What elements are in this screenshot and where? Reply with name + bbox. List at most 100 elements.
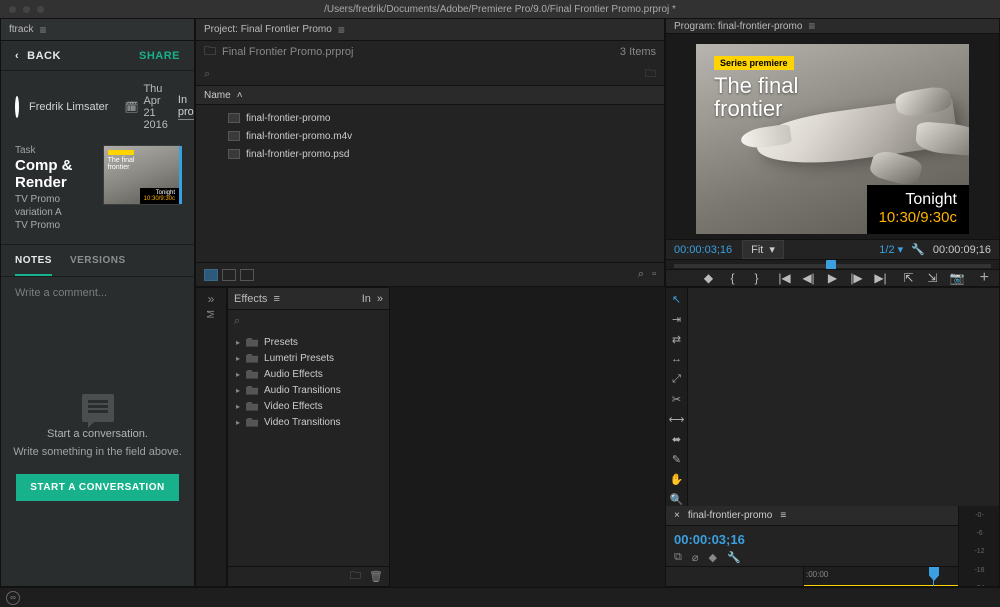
chevron-left-icon: ‹ <box>15 50 19 62</box>
effects-folder[interactable]: ▸Video Transitions <box>232 414 385 430</box>
go-to-out-icon[interactable]: ▶| <box>874 271 888 285</box>
zoom-fit-dropdown[interactable]: Fit▾ <box>742 240 784 259</box>
window-title: /Users/fredrik/Documents/Adobe/Premiere … <box>324 4 676 15</box>
disclosure-triangle-icon: ▸ <box>236 386 240 395</box>
track-select-tool-icon[interactable]: ⇥ <box>670 312 684 326</box>
sort-asc-icon: ˄ <box>237 90 243 101</box>
media-browser-label[interactable]: M <box>206 310 217 318</box>
freeform-view-icon[interactable] <box>240 269 254 281</box>
find-icon[interactable]: ⌕ <box>638 268 644 281</box>
disclosure-triangle-icon: ▸ <box>236 338 240 347</box>
avatar <box>15 96 19 118</box>
sequence-tab-close-icon[interactable]: × <box>674 510 680 521</box>
lift-icon[interactable]: ⇱ <box>902 271 916 285</box>
window-zoom-button[interactable] <box>36 5 45 14</box>
slip-tool-icon[interactable]: ⟷ <box>670 412 684 426</box>
rolling-edit-tool-icon[interactable]: ↔ <box>670 352 684 366</box>
linked-selection-icon[interactable]: ⌀ <box>692 551 699 564</box>
chevron-right-icon[interactable]: » <box>377 293 383 305</box>
program-monitor-panel: Program: final-frontier-promo ≡ Series p… <box>665 18 1000 287</box>
panel-menu-icon[interactable]: ≡ <box>808 19 815 33</box>
project-view-switcher[interactable] <box>204 269 254 281</box>
snap-icon[interactable]: ⧉ <box>674 551 682 564</box>
share-button[interactable]: SHARE <box>139 50 180 62</box>
project-item[interactable]: final-frontier-promo <box>202 109 658 127</box>
panel-menu-icon[interactable]: ≡ <box>273 293 279 305</box>
calendar-icon: 🗓 <box>124 101 138 114</box>
lower-left-group: » M Effects ≡ In » ⌕ ▸Presets ▸Lumetri P… <box>195 287 665 587</box>
selection-tool-icon[interactable]: ↖ <box>670 292 684 306</box>
back-button[interactable]: ‹ BACK <box>15 50 61 62</box>
export-frame-icon[interactable]: 📷 <box>950 271 964 285</box>
effects-folder[interactable]: ▸Lumetri Presets <box>232 350 385 366</box>
button-editor-icon[interactable]: + <box>980 269 989 287</box>
sequence-icon <box>228 113 240 123</box>
program-scrub-bar[interactable] <box>666 259 999 269</box>
project-item-list: final-frontier-promo final-frontier-prom… <box>196 105 664 262</box>
window-minimize-button[interactable] <box>22 5 31 14</box>
sequence-tab[interactable]: final-frontier-promo <box>688 510 772 521</box>
start-conversation-button[interactable]: START A CONVERSATION <box>16 474 178 501</box>
project-item[interactable]: final-frontier-promo.psd <box>202 145 658 163</box>
timeline-settings-icon[interactable]: 🔧 <box>727 551 741 564</box>
playhead-icon[interactable] <box>929 567 939 581</box>
panel-menu-icon[interactable]: ≡ <box>39 23 46 37</box>
tab-notes[interactable]: NOTES <box>15 245 52 276</box>
folder-icon <box>246 402 258 411</box>
program-video-preview[interactable]: Series premiere The final frontier Tonig… <box>696 44 969 234</box>
list-view-icon[interactable] <box>204 269 218 281</box>
step-back-icon[interactable]: ◀| <box>802 271 816 285</box>
task-info: Task Comp & Render TV Promo variation A … <box>15 145 93 232</box>
search-icon[interactable]: ⌕ <box>204 68 210 81</box>
effects-folder[interactable]: ▸Presets <box>232 334 385 350</box>
effects-folder[interactable]: ▸Audio Transitions <box>232 382 385 398</box>
resolution-dropdown[interactable]: 1/2 ▾ <box>879 243 903 256</box>
rate-stretch-tool-icon[interactable]: ⤢ <box>670 372 684 386</box>
disclosure-triangle-icon: ▸ <box>236 418 240 427</box>
transport-controls: ◆ { } |◀ ◀| ▶ |▶ ▶| ⇱ ⇲ 📷 + <box>666 269 999 286</box>
hand-tool-icon[interactable]: ✋ <box>670 472 684 486</box>
media-browser-collapsed: » M <box>195 287 227 587</box>
pen-tool-icon[interactable]: ✎ <box>670 452 684 466</box>
comment-input[interactable] <box>15 287 180 299</box>
traffic-lights <box>8 5 45 14</box>
program-timecode-current[interactable]: 00:00:03;16 <box>674 244 732 256</box>
info-tab-stub[interactable]: In <box>362 293 371 305</box>
window-close-button[interactable] <box>8 5 17 14</box>
timeline-timecode[interactable]: 00:00:03;16 <box>674 532 991 547</box>
extract-icon[interactable]: ⇲ <box>926 271 940 285</box>
settings-icon[interactable]: 🔧 <box>911 243 925 256</box>
go-to-in-icon[interactable]: |◀ <box>778 271 792 285</box>
creative-cloud-icon[interactable]: ∞ <box>6 591 20 605</box>
chevron-right-icon[interactable]: » <box>208 292 215 306</box>
mark-in-bracket-icon[interactable]: { <box>726 271 740 285</box>
tab-versions[interactable]: VERSIONS <box>70 245 126 276</box>
task-thumbnail[interactable]: The finalfrontier Tonight10:30/9:30c <box>103 145 180 205</box>
add-marker-icon[interactable]: ◆ <box>708 551 716 564</box>
effects-panel: Effects ≡ In » ⌕ ▸Presets ▸Lumetri Prese… <box>227 287 390 587</box>
project-item[interactable]: final-frontier-promo.m4v <box>202 127 658 145</box>
new-item-icon[interactable]: ▫ <box>652 268 656 281</box>
slide-tool-icon[interactable]: ⬌ <box>670 432 684 446</box>
step-forward-icon[interactable]: |▶ <box>850 271 864 285</box>
overlay-badge: Series premiere <box>714 56 794 70</box>
panel-menu-icon[interactable]: ≡ <box>338 23 345 37</box>
icon-view-icon[interactable] <box>222 269 236 281</box>
new-bin-icon[interactable]: 🗀 <box>645 65 656 84</box>
mark-in-icon[interactable]: ◆ <box>702 271 716 285</box>
delete-icon[interactable]: 🗑 <box>369 570 383 583</box>
play-icon[interactable]: ▶ <box>826 271 840 285</box>
status-dropdown[interactable]: In progress <box>178 94 195 120</box>
task-name: Comp & Render <box>15 157 93 191</box>
project-column-header[interactable]: Name ˄ <box>196 85 664 105</box>
search-icon[interactable]: ⌕ <box>234 315 240 328</box>
new-bin-icon[interactable]: 🗀 <box>350 567 361 586</box>
zoom-tool-icon[interactable]: 🔍 <box>670 492 684 506</box>
effects-folder[interactable]: ▸Video Effects <box>232 398 385 414</box>
mark-out-bracket-icon[interactable]: } <box>750 271 764 285</box>
project-file-name: Final Frontier Promo.prproj <box>222 46 353 58</box>
panel-menu-icon[interactable]: ≡ <box>780 510 786 521</box>
razor-tool-icon[interactable]: ✂ <box>670 392 684 406</box>
ripple-edit-tool-icon[interactable]: ⇄ <box>670 332 684 346</box>
effects-folder[interactable]: ▸Audio Effects <box>232 366 385 382</box>
